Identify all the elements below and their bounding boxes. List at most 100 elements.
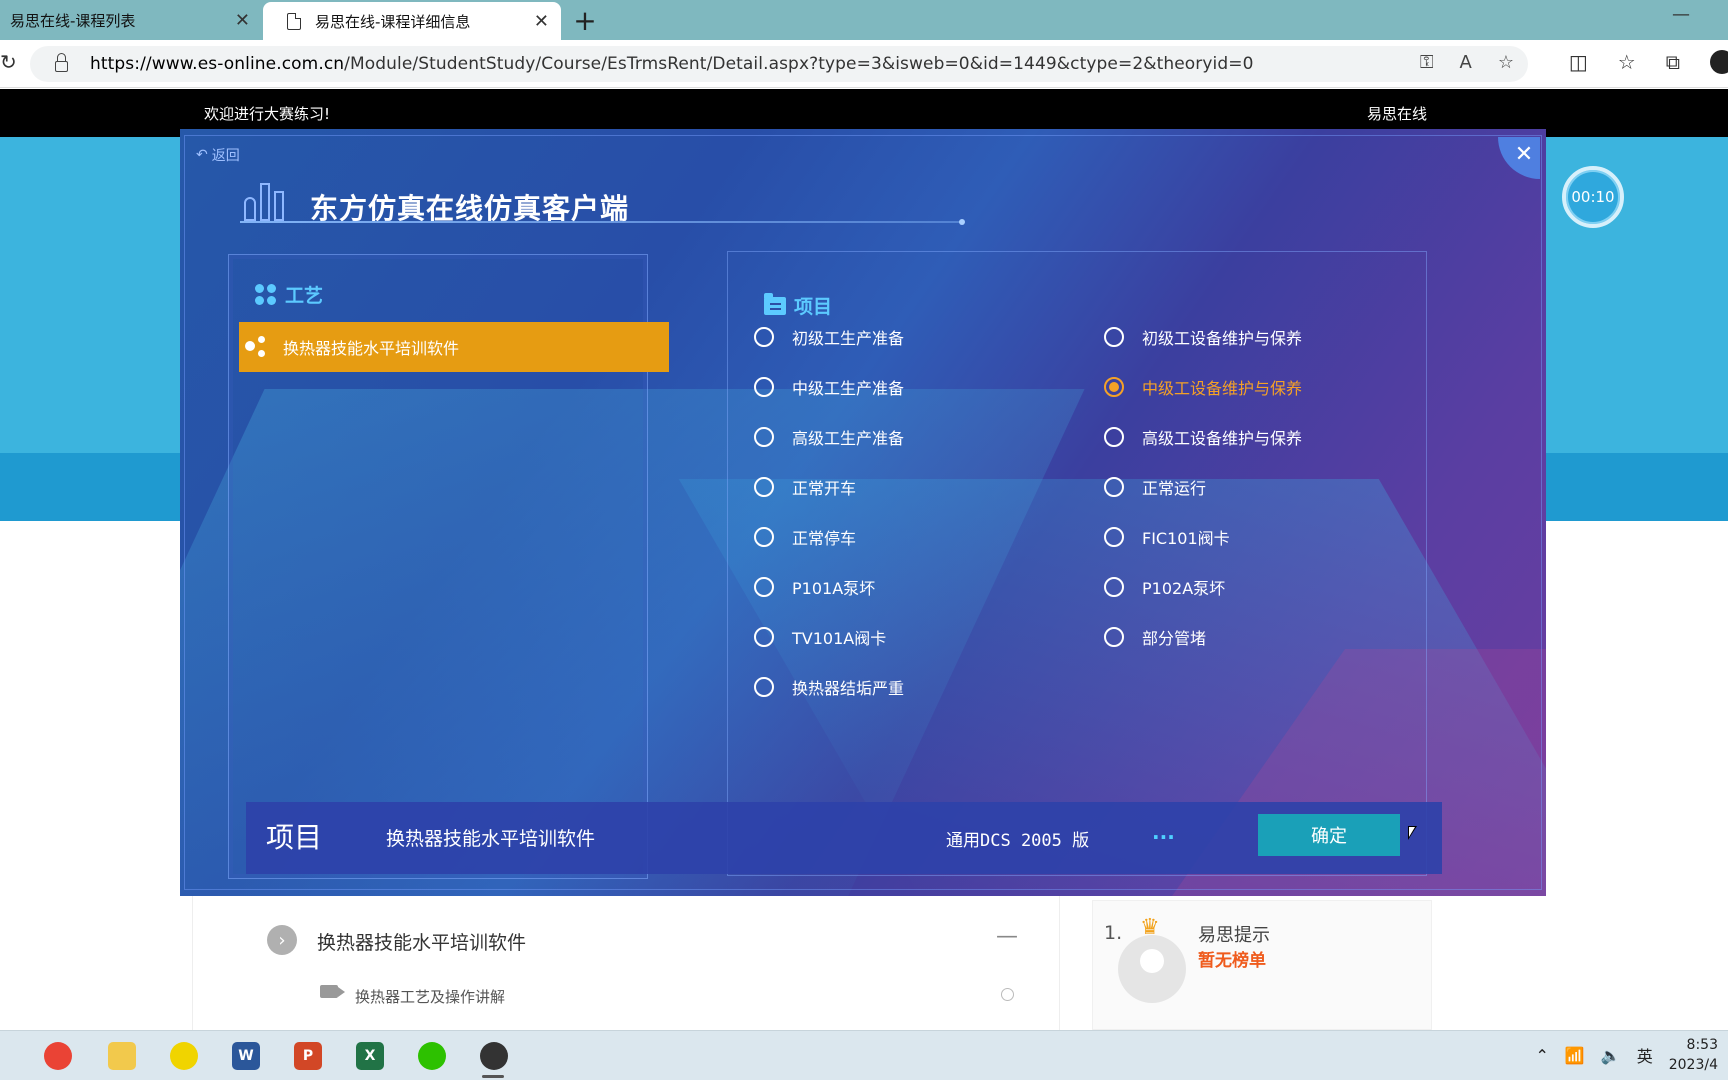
radio-icon[interactable] <box>1104 427 1124 447</box>
radio-icon[interactable] <box>1104 577 1124 597</box>
back-arrow-icon: ↶ <box>196 147 208 163</box>
course-outline <box>192 895 1060 1030</box>
project-option[interactable]: 初级工设备维护与保养 <box>1104 322 1302 352</box>
url-host: https://www.es-online.com.cn <box>90 54 345 74</box>
radio-icon[interactable] <box>754 477 774 497</box>
app-logo-icon <box>242 179 288 221</box>
back-label: 返回 <box>211 148 240 164</box>
wifi-icon[interactable]: 📶 <box>1565 1046 1585 1065</box>
project-option[interactable]: TV101A阀卡 <box>754 622 886 652</box>
chrome-app-icon[interactable] <box>44 1042 72 1070</box>
rank-status: 暂无榜单 <box>1198 951 1266 971</box>
favorite-add-icon[interactable]: ☆ <box>1498 52 1514 73</box>
word-app-icon[interactable]: W <box>232 1042 260 1070</box>
excel-app-icon[interactable]: X <box>356 1042 384 1070</box>
brand-text: 易思在线 <box>1367 105 1428 123</box>
project-panel: 项目 初级工生产准备 初级工设备维护与保养 中级工生产准备 中级工设备维护与保养… <box>727 251 1427 876</box>
radio-icon[interactable] <box>1104 377 1124 397</box>
radio-icon[interactable] <box>754 377 774 397</box>
read-aloud-icon[interactable]: A <box>1460 52 1472 73</box>
powerpoint-app-icon[interactable]: P <box>294 1042 322 1070</box>
more-button[interactable]: ... <box>1152 820 1175 844</box>
project-panel-title: 项目 <box>764 292 832 319</box>
radio-icon[interactable] <box>754 627 774 647</box>
clover-icon <box>255 283 277 306</box>
split-screen-icon[interactable]: ◫ <box>1569 50 1588 74</box>
process-panel-title: 工艺 <box>255 281 323 308</box>
favorites-icon[interactable]: ☆ <box>1618 50 1636 74</box>
system-tray: ⌃ 📶 🔈 英 8:53 2023/4 <box>1535 1030 1728 1080</box>
project-option[interactable]: 部分管堵 <box>1104 622 1206 652</box>
profile-avatar[interactable] <box>1710 50 1728 74</box>
browser-tab-bar: 易思在线-课程列表 ✕ 易思在线-课程详细信息 ✕ + — <box>0 0 1728 40</box>
address-bar: ↻ https://www.es-online.com.cn/Module/St… <box>0 40 1728 88</box>
tab-course-detail[interactable]: 易思在线-课程详细信息 ✕ <box>263 2 561 40</box>
project-option[interactable]: 换热器结垢严重 <box>754 672 904 702</box>
ime-indicator[interactable]: 英 <box>1637 1043 1653 1067</box>
welcome-text: 欢迎进行大赛练习! <box>204 105 331 123</box>
browser-toolbar-icons: ◫ ☆ ⧉ <box>1569 50 1728 74</box>
project-option[interactable]: 高级工设备维护与保养 <box>1104 422 1302 452</box>
radio-icon[interactable] <box>754 527 774 547</box>
chevron-up-icon[interactable]: ⌃ <box>1535 1046 1548 1065</box>
back-button[interactable]: ↶ 返回 <box>196 145 240 165</box>
project-option[interactable]: P101A泵坏 <box>754 572 875 602</box>
document-icon <box>287 12 301 30</box>
collections-icon[interactable]: ⧉ <box>1666 50 1680 74</box>
tab-title: 易思在线-课程详细信息 <box>315 12 471 31</box>
crown-icon: ♛ <box>1140 915 1160 940</box>
process-panel: 工艺 换热器技能水平培训软件 <box>228 254 669 879</box>
new-tab-plus-icon[interactable]: + <box>570 4 600 37</box>
wechat-app-icon[interactable] <box>418 1042 446 1070</box>
simulation-app-icon[interactable] <box>480 1042 508 1070</box>
radio-icon[interactable] <box>1104 527 1124 547</box>
radio-icon[interactable] <box>1104 627 1124 647</box>
course-title[interactable]: 换热器技能水平培训软件 <box>317 928 526 955</box>
project-option[interactable]: FIC101阀卡 <box>1104 522 1230 552</box>
footer-label: 项目 <box>266 821 323 854</box>
url-text[interactable]: https://www.es-online.com.cn/Module/Stud… <box>90 54 1254 74</box>
project-option[interactable]: P102A泵坏 <box>1104 572 1225 602</box>
project-option[interactable]: 初级工生产准备 <box>754 322 904 352</box>
clock[interactable]: 8:53 2023/4 <box>1669 1035 1718 1075</box>
radio-icon[interactable] <box>754 577 774 597</box>
radio-icon[interactable] <box>754 427 774 447</box>
key-icon[interactable]: ⚿ <box>1420 52 1434 73</box>
project-option[interactable]: 中级工设备维护与保养 <box>1104 372 1302 402</box>
tab-title: 易思在线-课程列表 <box>10 11 136 30</box>
radio-icon[interactable] <box>1104 477 1124 497</box>
browser-app-icon[interactable] <box>170 1042 198 1070</box>
project-option[interactable]: 正常开车 <box>754 472 856 502</box>
confirm-button[interactable]: 确定 <box>1258 814 1400 856</box>
folder-icon <box>764 292 786 315</box>
project-option[interactable]: 高级工生产准备 <box>754 422 904 452</box>
radio-icon[interactable] <box>754 327 774 347</box>
project-option[interactable]: 中级工生产准备 <box>754 372 904 402</box>
selection-summary-bar: 项目 换热器技能水平培训软件 通用DCS 2005 版 ... 确定 <box>246 802 1442 874</box>
refresh-icon[interactable]: ↻ <box>0 50 17 74</box>
active-app-indicator <box>482 1075 504 1078</box>
avatar <box>1118 935 1186 1003</box>
radio-icon[interactable] <box>754 677 774 697</box>
lesson-title[interactable]: 换热器工艺及操作讲解 <box>355 986 505 1007</box>
close-icon[interactable]: ✕ <box>235 10 250 31</box>
volume-icon[interactable]: 🔈 <box>1601 1046 1621 1065</box>
close-icon[interactable]: ✕ <box>534 11 549 32</box>
lesson-status-icon <box>1001 988 1014 1001</box>
collapse-icon[interactable]: — <box>996 924 1018 949</box>
timer-badge: 00:10 <box>1562 166 1624 228</box>
lock-icon[interactable] <box>55 53 68 72</box>
url-actions: ⚿ A ☆ <box>1420 52 1514 73</box>
tab-course-list[interactable]: 易思在线-课程列表 ✕ <box>0 0 262 40</box>
video-icon <box>320 985 345 998</box>
process-item[interactable]: 换热器技能水平培训软件 <box>239 322 669 372</box>
project-option[interactable]: 正常停车 <box>754 522 856 552</box>
radio-icon[interactable] <box>1104 327 1124 347</box>
url-field[interactable]: https://www.es-online.com.cn/Module/Stud… <box>30 46 1528 82</box>
project-option[interactable]: 正常运行 <box>1104 472 1206 502</box>
version-text: 通用DCS 2005 版 <box>946 831 1090 851</box>
rank-name: 易思提示 <box>1198 925 1270 946</box>
file-explorer-icon[interactable] <box>108 1042 136 1070</box>
minimize-icon[interactable]: — <box>1672 4 1690 25</box>
chevron-right-icon[interactable]: › <box>267 925 297 955</box>
